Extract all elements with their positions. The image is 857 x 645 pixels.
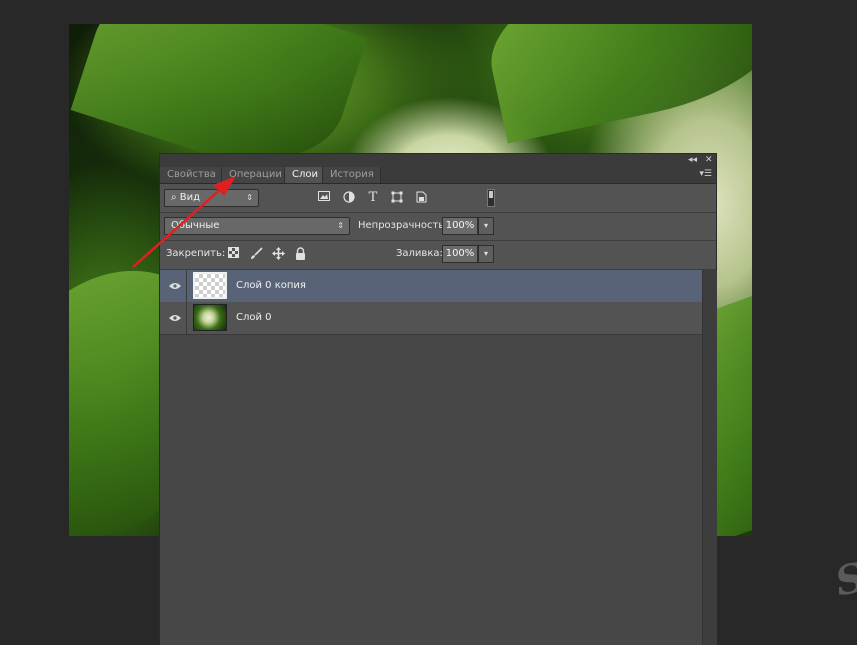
visibility-eye-icon[interactable] [168,311,182,325]
lock-transparency-icon[interactable] [226,247,240,261]
blend-mode-value: Обычные [171,220,220,231]
lock-label: Закрепить: [166,248,226,259]
filter-toggle-switch[interactable] [487,189,495,207]
visibility-eye-icon[interactable] [168,279,182,293]
layers-panel: ◂◂ ✕ Свойства Операции Слои История ▾☰ ⌕… [159,153,717,645]
layers-scrollbar[interactable] [702,270,717,645]
divider [186,270,187,302]
layer-name[interactable]: Слой 0 копия [236,270,306,302]
lock-position-move-icon[interactable] [271,247,285,261]
lock-pixels-brush-icon[interactable] [249,247,263,261]
adjustment-filter-icon[interactable] [342,191,356,205]
panel-titlebar: ◂◂ ✕ [160,154,716,167]
opacity-dropdown-icon[interactable]: ▾ [478,217,494,235]
layer-thumbnail-photo[interactable] [193,304,227,331]
image-filter-icon[interactable] [317,191,331,205]
fill-input[interactable]: 100% [442,245,478,263]
divider [186,302,187,334]
tab-history[interactable]: История [323,167,381,183]
opacity-label: Непрозрачность: [358,220,448,231]
fill-label: Заливка: [396,248,443,259]
panel-tab-bar: Свойства Операции Слои История ▾☰ [160,167,716,184]
layer-filter-row: ⌕ Вид ⇕ T [160,184,716,213]
tab-properties[interactable]: Свойства [160,167,222,183]
lock-all-padlock-icon[interactable] [293,247,307,261]
smart-object-filter-icon[interactable] [414,191,428,205]
fill-dropdown-icon[interactable]: ▾ [478,245,494,263]
filter-kind-select[interactable]: ⌕ Вид ⇕ [164,189,259,207]
close-panel-icon[interactable]: ✕ [705,154,713,167]
layer-thumbnail-transparent[interactable] [193,272,227,299]
shape-filter-icon[interactable] [390,191,404,205]
panel-menu-icon[interactable]: ▾☰ [699,169,712,179]
blend-mode-row: Обычные ⇕ Непрозрачность: 100% ▾ [160,212,716,241]
blend-mode-select[interactable]: Обычные ⇕ [164,217,350,235]
layers-list: Слой 0 копия Слой 0 [160,270,702,645]
spin-arrows-icon: ⇕ [246,193,253,202]
layer-row[interactable]: Слой 0 [160,302,702,335]
lock-row: Закрепить: Заливка: 100% ▾ [160,240,716,270]
opacity-input[interactable]: 100% [442,217,478,235]
tab-actions[interactable]: Операции [222,167,285,183]
layer-name[interactable]: Слой 0 [236,302,272,334]
collapse-panel-icon[interactable]: ◂◂ [688,154,697,167]
tab-layers[interactable]: Слои [285,167,323,183]
layer-row[interactable]: Слой 0 копия [160,270,702,303]
filter-kind-label: Вид [179,192,201,203]
search-icon: ⌕ [171,192,177,203]
watermark-line2: Sovet [831,534,857,606]
leaf-shape [476,24,752,144]
type-filter-icon[interactable]: T [366,191,380,205]
spin-arrows-icon: ⇕ [337,221,344,230]
